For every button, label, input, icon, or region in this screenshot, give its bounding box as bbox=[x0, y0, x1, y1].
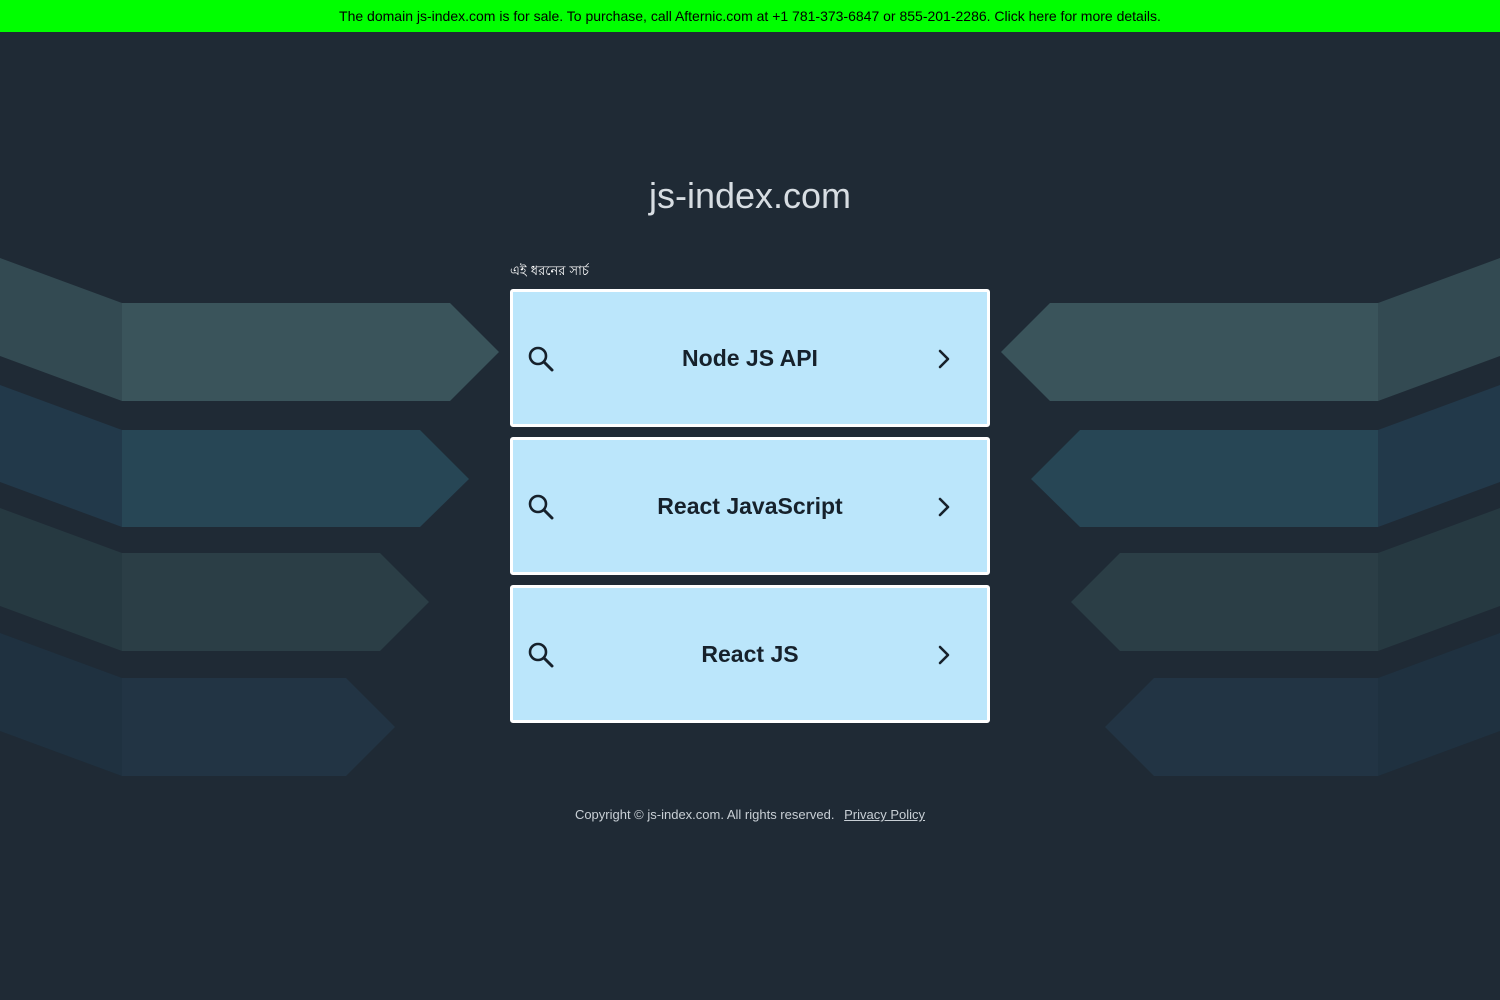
chevron-right-icon bbox=[934, 348, 954, 370]
privacy-policy-link[interactable]: Privacy Policy bbox=[844, 807, 925, 822]
search-result-react-js[interactable]: React JS bbox=[510, 585, 990, 723]
chevron-right-icon bbox=[934, 496, 954, 518]
search-result-label: React JS bbox=[701, 641, 799, 667]
footer: Copyright © js-index.com. All rights res… bbox=[0, 806, 1500, 824]
search-result-react-javascript[interactable]: React JavaScript bbox=[510, 437, 990, 575]
search-result-label: Node JS API bbox=[682, 345, 818, 371]
search-result-node-js-api[interactable]: Node JS API bbox=[510, 289, 990, 427]
chevron-right-icon bbox=[934, 644, 954, 666]
page: The domain js-index.com is for sale. To … bbox=[0, 0, 1500, 1000]
for-sale-banner[interactable]: The domain js-index.com is for sale. To … bbox=[0, 0, 1500, 32]
search-result-label: React JavaScript bbox=[657, 493, 843, 519]
copyright-text: Copyright © js-index.com. All rights res… bbox=[574, 807, 835, 822]
site-title: js-index.com bbox=[648, 175, 852, 216]
search-heading: এই ধরনের সার্চ bbox=[510, 264, 589, 279]
